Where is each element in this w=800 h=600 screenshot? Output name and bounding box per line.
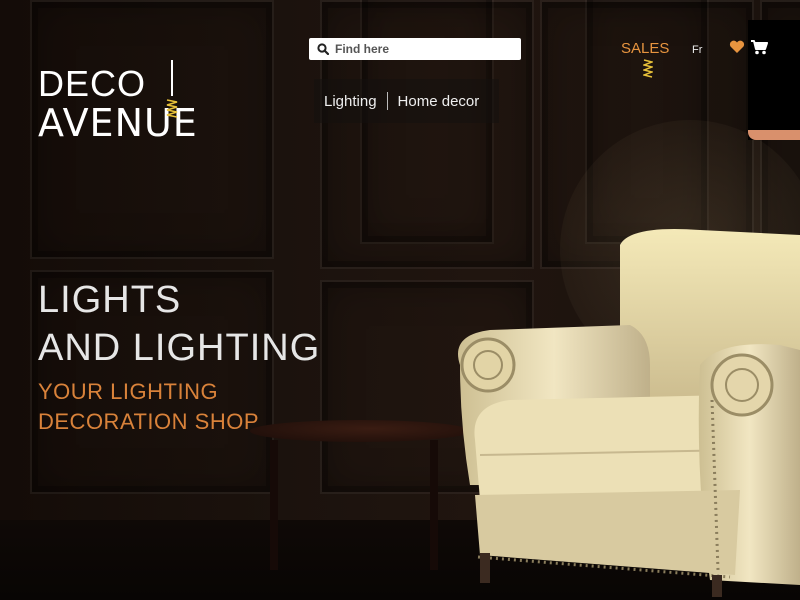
filament-icon <box>643 59 653 78</box>
hero-title-line2: AND LIGHTING <box>38 327 321 369</box>
cart-icon[interactable] <box>750 38 768 56</box>
search-input[interactable] <box>335 42 515 56</box>
hero-title-line1: LIGHTS <box>38 279 182 321</box>
bulb-icon <box>166 60 178 118</box>
search-bar <box>309 38 521 60</box>
search-icon[interactable] <box>317 43 329 55</box>
side-table <box>250 420 470 442</box>
hero-banner: DECO AVENUE Lighting Home decor SALES Fr <box>0 0 800 600</box>
nav-item-lighting[interactable]: Lighting <box>314 93 387 110</box>
side-table-leg <box>430 440 438 570</box>
hero-subtitle-line1: YOUR LIGHTING <box>38 379 219 404</box>
nav-item-home-decor[interactable]: Home decor <box>388 93 490 110</box>
hero-subtitle: YOUR LIGHTING DECORATION SHOP <box>38 377 259 437</box>
logo-text-line1: DECO <box>38 63 147 104</box>
side-table-leg <box>270 440 278 570</box>
hero-subtitle-line2: DECORATION SHOP <box>38 409 260 434</box>
hero-title: LIGHTS AND LIGHTING <box>38 276 320 372</box>
armchair-image <box>458 229 800 597</box>
heart-icon[interactable] <box>729 40 745 54</box>
sales-link[interactable]: SALES <box>621 40 669 57</box>
language-switch[interactable]: Fr <box>692 44 702 56</box>
main-nav: Lighting Home decor <box>314 79 499 123</box>
